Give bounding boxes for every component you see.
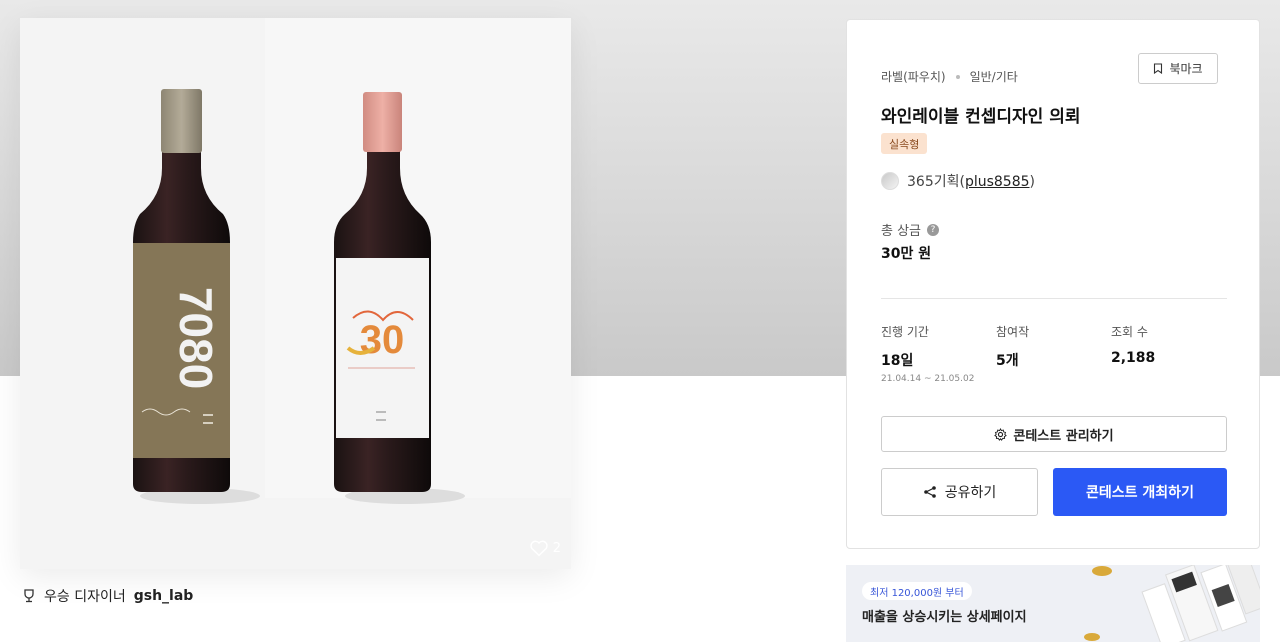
category-label[interactable]: 라벨(파우치) (881, 68, 946, 85)
product-image-card[interactable]: 7080 30 2 (20, 18, 571, 569)
ad-headline: 매출을 상승시키는 상세페이지 (862, 610, 1027, 625)
bookmark-label: 북마크 (1169, 62, 1203, 76)
share-button[interactable]: 공유하기 (881, 468, 1038, 516)
share-icon (923, 486, 936, 498)
host-avatar (881, 172, 899, 190)
contest-type-badge: 실속형 (881, 133, 928, 154)
prize-value: 30만 원 (881, 246, 932, 262)
views-value: 2,188 (1111, 350, 1156, 366)
period-value: 18일 (881, 353, 914, 369)
prize-label: 총 상금 (881, 224, 922, 239)
bookmark-button[interactable]: 북마크 (1138, 53, 1218, 84)
like-button[interactable]: 2 (529, 539, 561, 557)
manage-contest-button[interactable]: 콘테스트 관리하기 (881, 416, 1227, 452)
breadcrumb: 라벨(파우치) 일반/기타 (881, 68, 1018, 85)
views-label: 조회 수 (1111, 325, 1148, 339)
ad-visual-image (1084, 565, 1260, 642)
stat-views: 조회 수 2,188 (1111, 323, 1155, 366)
prize-label-row: 총 상금 ? (881, 220, 940, 239)
like-count: 2 (552, 540, 561, 556)
host-name: 365기획 (907, 174, 960, 190)
entries-value: 5개 (996, 353, 1019, 369)
ad-banner[interactable]: 최저 120,000원 부터 매출을 상승시키는 상세페이지 (846, 565, 1260, 642)
winner-designer: 우승 디자이너 gsh_lab (22, 586, 193, 606)
subcategory-label[interactable]: 일반/기타 (970, 68, 1018, 85)
winner-name[interactable]: gsh_lab (134, 588, 194, 604)
open-contest-button[interactable]: 콘테스트 개최하기 (1053, 468, 1227, 516)
divider (881, 298, 1227, 299)
host-info: 365기획(plus8585) (881, 171, 1035, 191)
wine-bottles-image: 7080 30 (20, 18, 571, 569)
stat-entries: 참여작 5개 (996, 323, 1029, 370)
svg-text:30: 30 (360, 318, 405, 362)
winner-label: 우승 디자이너 (44, 589, 126, 605)
ad-price-pill: 최저 120,000원 부터 (862, 582, 972, 600)
entries-label: 참여작 (996, 325, 1030, 339)
svg-text:7080: 7080 (170, 287, 222, 389)
host-id-link[interactable]: plus8585 (965, 174, 1030, 190)
gear-icon (994, 427, 1008, 441)
contest-info-panel: 라벨(파우치) 일반/기타 북마크 와인레이블 컨셉디자인 의뢰 실속형 365… (846, 19, 1260, 549)
period-range: 21.04.14 ~ 21.05.02 (881, 374, 975, 384)
period-label: 진행 기간 (881, 325, 929, 339)
manage-contest-label: 콘테스트 관리하기 (1013, 428, 1114, 444)
contest-title: 와인레이블 컨셉디자인 의뢰 (881, 107, 1081, 127)
help-icon[interactable]: ? (927, 223, 940, 236)
stat-period: 진행 기간 18일 21.04.14 ~ 21.05.02 (881, 323, 974, 384)
heart-icon (530, 540, 548, 557)
bookmark-icon (1154, 63, 1163, 74)
share-label: 공유하기 (944, 485, 997, 501)
separator-dot (955, 74, 960, 79)
trophy-icon (24, 589, 34, 603)
